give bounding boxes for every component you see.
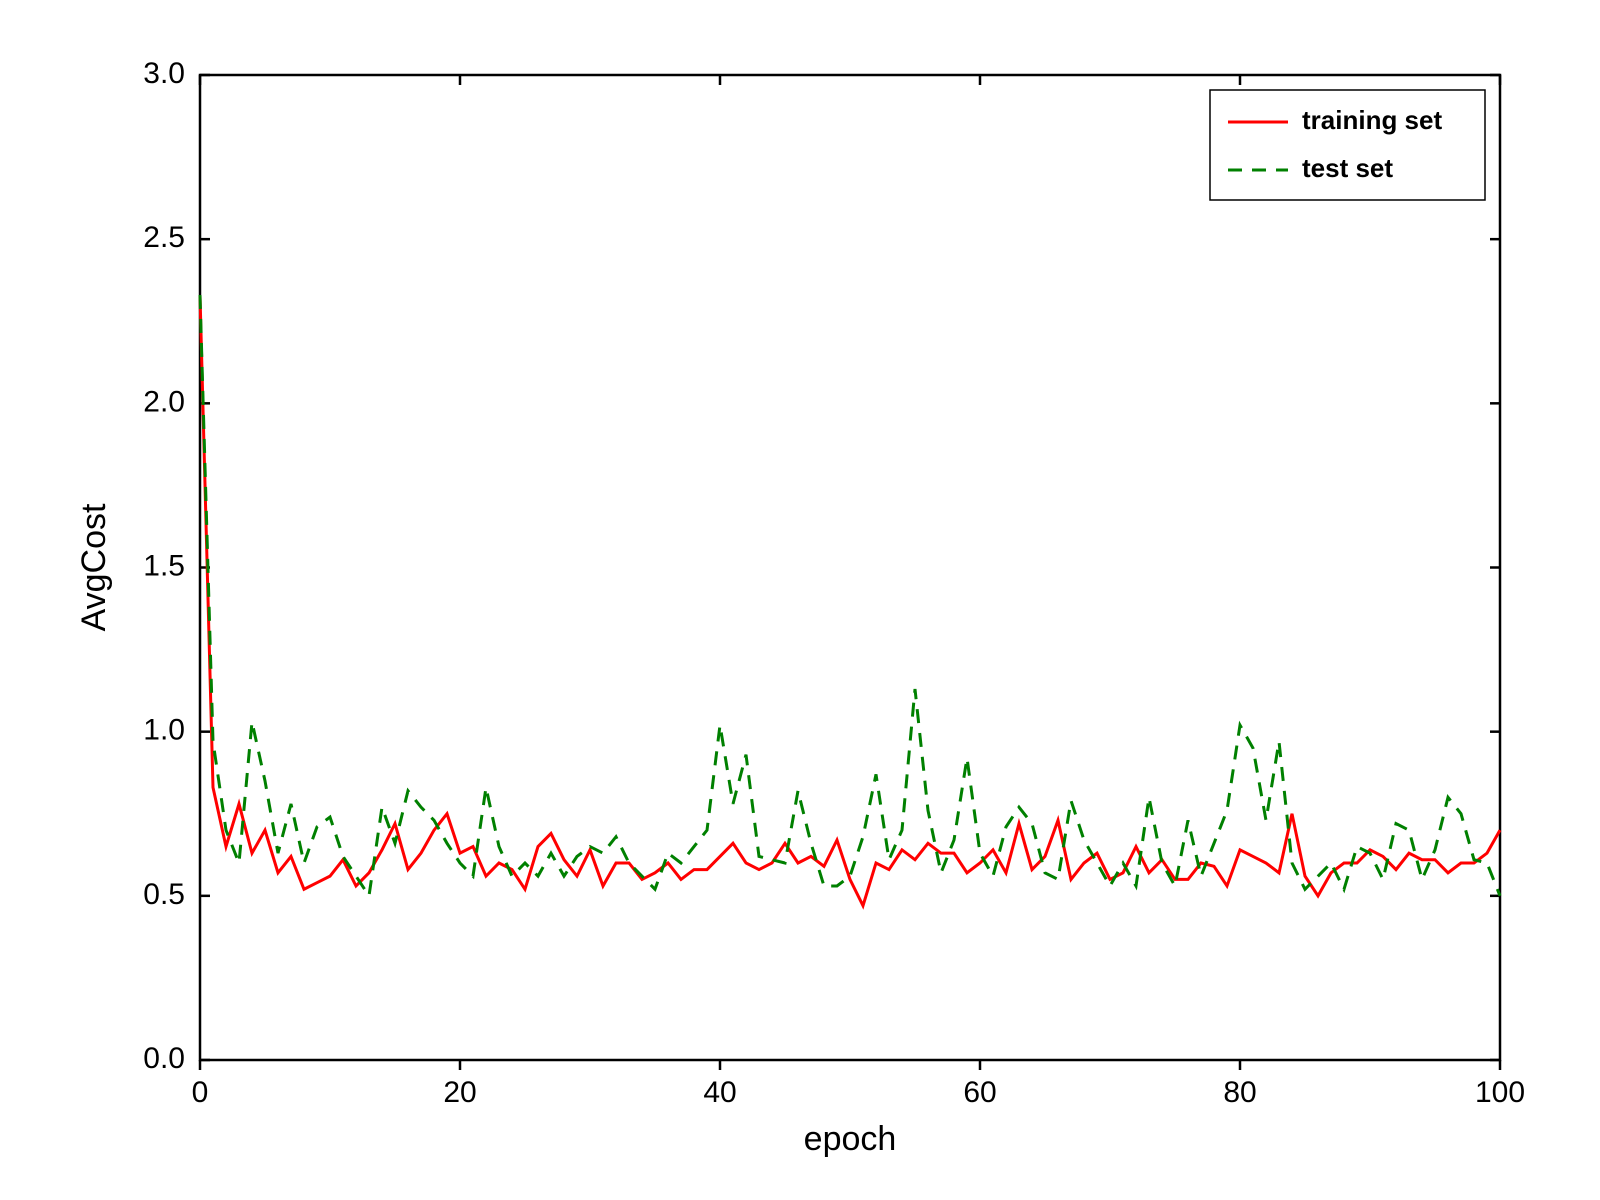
x-tick-label: 100 (1475, 1076, 1525, 1109)
line-chart: 0 20 40 60 80 100 0.0 0.5 1.0 1.5 2.0 2.5 3.0 epoch Av… (0, 0, 1600, 1200)
y-tick-label: 2.0 (143, 385, 185, 418)
y-tick-label: 2.5 (143, 221, 185, 254)
x-tick-label: 40 (703, 1076, 736, 1109)
y-tick-label: 1.5 (143, 549, 185, 582)
x-tick-label: 20 (443, 1076, 476, 1109)
y-tick-label: 0.0 (143, 1042, 185, 1075)
chart-container: 0 20 40 60 80 100 0.0 0.5 1.0 1.5 2.0 2.5 3.0 epoch Av… (0, 0, 1600, 1200)
y-tick-label: 3.0 (143, 57, 185, 90)
plot-border (200, 75, 1500, 1060)
series-test-set (200, 295, 1500, 896)
x-axis-label: epoch (804, 1120, 897, 1158)
y-tick-label: 0.5 (143, 878, 185, 911)
x-tick-label: 0 (192, 1076, 209, 1109)
legend-label: test set (1302, 153, 1393, 183)
legend-label: training set (1302, 105, 1442, 135)
series-training-set (200, 295, 1500, 906)
y-axis-label: AvgCost (75, 503, 113, 631)
x-tick-label: 60 (963, 1076, 996, 1109)
x-tick-label: 80 (1223, 1076, 1256, 1109)
y-tick-label: 1.0 (143, 714, 185, 747)
